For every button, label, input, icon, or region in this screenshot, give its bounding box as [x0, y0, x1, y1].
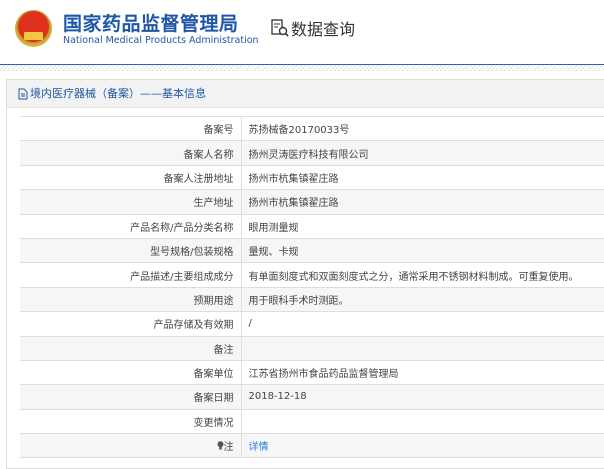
table-row: 产品存储及有效期 / — [20, 311, 604, 337]
data-query-link[interactable]: 数据查询 — [271, 16, 355, 40]
field-value: 有单面刻度式和双面刻度式之分，通常采用不锈钢材料制成。可重复使用。 — [241, 262, 604, 288]
info-panel: 境内医疗器械（备案）——基本信息 备案号 苏扬械备20170033号 备案人名称 扬州… — [6, 79, 604, 469]
field-label: 产品名称/产品分类名称 — [20, 213, 242, 239]
field-value: 2018-12-18 — [241, 384, 604, 410]
table-row: 备案人注册地址 扬州市杭集镇翟庄路 — [20, 164, 604, 191]
table-row: 备案日期 2018-12-18 — [20, 384, 604, 410]
field-label: 备案日期 — [20, 384, 242, 410]
field-label: 产品描述/主要组成成分 — [20, 262, 242, 288]
table-row: 型号规格/包装规格 量规、卡规 — [20, 237, 604, 264]
field-label: 产品存储及有效期 — [20, 311, 242, 337]
table-row: 变更情况 — [20, 408, 604, 435]
lightbulb-icon — [217, 441, 223, 450]
table-row: 备案人名称 扬州灵涛医疗科技有限公司 — [20, 140, 604, 166]
field-label: 备案人名称 — [20, 140, 242, 166]
field-label: 备案人注册地址 — [20, 164, 242, 191]
field-label: 型号规格/包装规格 — [20, 237, 242, 264]
details-link[interactable]: 详情 — [249, 442, 269, 453]
table-row: 备案号 苏扬械备20170033号 — [20, 115, 604, 142]
field-value: 详情 — [241, 433, 604, 459]
panel-title: 境内医疗器械（备案）——基本信息 — [7, 80, 604, 108]
field-value: 扬州市杭集镇翟庄路 — [241, 189, 604, 215]
field-value — [241, 408, 604, 435]
site-header: 国家药品监督管理局 National Medical Products Admi… — [0, 0, 604, 64]
header-divider — [0, 64, 604, 71]
field-value — [241, 335, 604, 361]
panel-title-text: 境内医疗器械（备案）——基本信息 — [30, 86, 206, 100]
field-value: 扬州灵涛医疗科技有限公司 — [241, 140, 604, 166]
table-row: 备案单位 江苏省扬州市食品药品监督管理局 — [20, 359, 604, 386]
field-value: 用于眼科手术时测距。 — [241, 286, 604, 313]
table-row-note: 注 详情 — [20, 433, 604, 459]
field-value: / — [241, 311, 604, 337]
table-row: 预期用途 用于眼科手术时测距。 — [20, 286, 604, 313]
field-value: 苏扬械备20170033号 — [241, 115, 604, 142]
field-value: 眼用测量规 — [241, 213, 604, 239]
brand-title: 国家药品监督管理局 — [63, 13, 239, 35]
table-row: 产品名称/产品分类名称 眼用测量规 — [20, 213, 604, 239]
field-value: 量规、卡规 — [241, 237, 604, 264]
field-label: 备注 — [20, 335, 242, 361]
document-icon — [18, 88, 28, 99]
info-table: 备案号 苏扬械备20170033号 备案人名称 扬州灵涛医疗科技有限公司 备案人注册地址… — [20, 115, 604, 459]
note-label: 注 — [223, 442, 234, 454]
field-label: 注 — [20, 433, 242, 459]
field-label: 备案单位 — [20, 359, 242, 386]
table-row: 备注 — [20, 335, 604, 361]
field-value: 扬州市杭集镇翟庄路 — [241, 164, 604, 191]
brand-subtitle: National Medical Products Administration — [63, 35, 259, 46]
data-query-label: 数据查询 — [291, 20, 356, 39]
table-row: 产品描述/主要组成成分 有单面刻度式和双面刻度式之分，通常采用不锈钢材料制成。可重… — [20, 262, 604, 288]
national-emblem-logo — [15, 10, 52, 47]
field-label: 预期用途 — [20, 286, 242, 313]
table-row: 生产地址 扬州市杭集镇翟庄路 — [20, 189, 604, 215]
field-label: 备案号 — [20, 115, 242, 142]
field-label: 生产地址 — [20, 189, 242, 215]
document-search-icon — [271, 19, 289, 37]
field-label: 变更情况 — [20, 408, 242, 435]
field-value: 江苏省扬州市食品药品监督管理局 — [241, 359, 604, 386]
